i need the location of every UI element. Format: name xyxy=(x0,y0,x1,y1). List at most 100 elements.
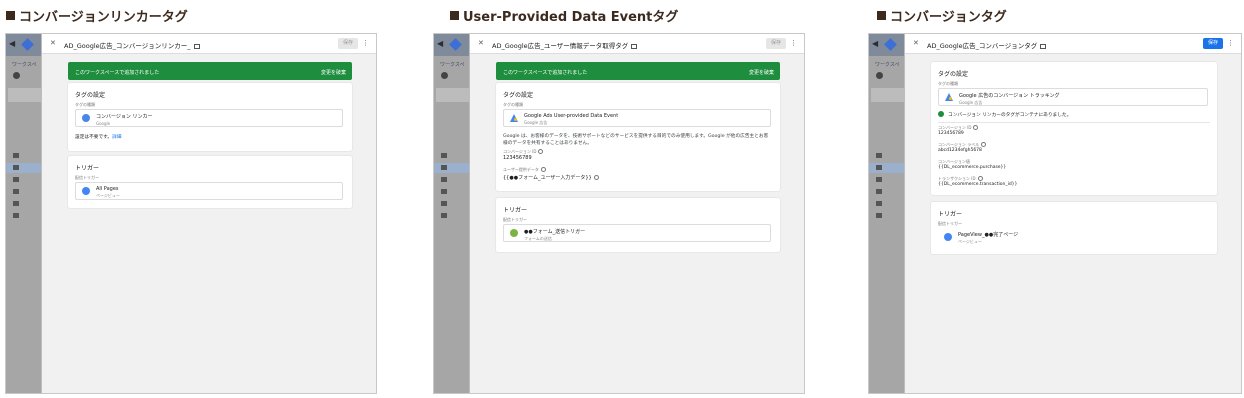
discard-changes-button[interactable]: 変更を破棄 xyxy=(321,69,346,76)
variable-icon xyxy=(876,189,882,194)
folder-icon xyxy=(13,153,19,158)
panel-conversion-linker: コンバージョンリンカータグ ◀ ワークスペ ✕ AD_Google広告_コンバー… xyxy=(0,0,380,398)
trigger-item[interactable]: All Pages ページビュー xyxy=(75,182,343,200)
help-icon[interactable] xyxy=(981,142,987,147)
tag-type-name: Google Ads User-provided Data Event Googl… xyxy=(524,113,618,126)
back-arrow-icon[interactable]: ◀ xyxy=(437,39,443,48)
conversion-id-label-text: コンバージョン ID xyxy=(503,149,537,154)
conversion-id-label-text: コンバージョン ID xyxy=(938,125,972,130)
panel-heading: コンバージョンタグ xyxy=(877,6,1007,25)
user-data-value: {{●●フォーム_ユーザー入力データ}} xyxy=(503,174,599,181)
screenshot-frame: ◀ ワークスペ ✕ AD_Google広告_コンバージョンタグ 保存 ⋮ タグの… xyxy=(868,33,1242,394)
note-text: 設定は不要です。 xyxy=(75,135,113,140)
conversion-linker-icon xyxy=(82,114,90,122)
tag-type-name-text: コンバージョン リンカー xyxy=(96,114,153,120)
save-button[interactable]: 保存 xyxy=(1202,38,1223,49)
more-menu-icon[interactable]: ⋮ xyxy=(362,39,369,47)
trigger-name-text: All Pages xyxy=(96,186,119,192)
banner-message: このワークスペースで追加されました xyxy=(503,70,588,76)
close-icon[interactable]: ✕ xyxy=(50,39,56,47)
panel-heading-text: コンバージョンタグ xyxy=(890,9,1007,25)
folder-icon[interactable] xyxy=(1040,44,1047,49)
gtm-logo-icon xyxy=(449,38,462,51)
gtm-sidebar: ワークスペ xyxy=(869,56,909,393)
template-icon xyxy=(13,213,19,218)
section-title: トリガー xyxy=(75,165,100,172)
dialog-title-text[interactable]: AD_Google広告_ユーザー情報データ取得タグ xyxy=(492,42,628,50)
sidebar-item-tags-selected[interactable] xyxy=(6,163,46,173)
panel-heading-text: コンバージョンリンカータグ xyxy=(19,9,188,25)
dialog-title[interactable]: AD_Google広告_ユーザー情報データ取得タグ xyxy=(492,40,638,50)
section-title: トリガー xyxy=(503,207,528,214)
tag-type-label: タグの種類 xyxy=(938,81,958,86)
tag-type-selector[interactable]: Google Ads User-provided Data Event Googl… xyxy=(503,109,771,127)
more-menu-icon[interactable]: ⋮ xyxy=(790,39,797,47)
conversion-id-value: 123456789 xyxy=(503,155,532,161)
trigger-item[interactable]: PageView_●●完了ページ ページビュー xyxy=(938,228,1208,246)
tag-type-vendor: Google xyxy=(96,121,111,126)
trigger-item[interactable]: ●●フォーム_送信トリガー フォームの送信 xyxy=(503,224,771,242)
tag-icon xyxy=(13,165,19,170)
no-setting-note: 設定は不要です。詳細 xyxy=(75,134,121,140)
transaction-id-value: {{DL_ecommerce.transaction_id}} xyxy=(938,182,1018,187)
conversion-label-value: abcd1234efgh5678 xyxy=(938,148,982,153)
trigger-type: ページビュー xyxy=(958,239,982,244)
tag-config-card: タグの設定 タグの種類 Google 広告のコンバージョン トラッキング Goog… xyxy=(931,62,1217,195)
help-icon[interactable] xyxy=(540,167,546,172)
info-icon[interactable] xyxy=(593,175,599,180)
more-menu-icon[interactable]: ⋮ xyxy=(1227,39,1234,47)
gtm-logo-icon xyxy=(884,38,897,51)
trigger-name: PageView_●●完了ページ ページビュー xyxy=(958,231,1018,245)
tag-dialog: ✕ AD_Google広告_コンバージョンリンカー_ 保存 ⋮ このワークスペー… xyxy=(41,34,376,393)
panel-conversion-tag: コンバージョンタグ ◀ ワークスペ ✕ AD_Google広告_コンバージョンタ… xyxy=(863,0,1244,398)
tag-type-vendor: Google 広告 xyxy=(959,100,983,105)
tag-type-selector[interactable]: Google 広告のコンバージョン トラッキング Google 広告 xyxy=(938,88,1208,106)
save-button[interactable]: 保存 xyxy=(765,38,786,49)
user-data-value-text: {{●●フォーム_ユーザー入力データ}} xyxy=(503,175,592,181)
section-title: タグの設定 xyxy=(503,92,534,99)
close-icon[interactable]: ✕ xyxy=(913,39,919,47)
form-submit-icon xyxy=(510,229,518,237)
tag-type-selector[interactable]: コンバージョン リンカー Google xyxy=(75,109,343,127)
back-arrow-icon[interactable]: ◀ xyxy=(9,39,15,48)
variable-icon xyxy=(13,189,19,194)
bullet-square-icon xyxy=(877,10,886,20)
details-link[interactable]: 詳細 xyxy=(112,135,121,140)
trigger-label: 配信トリガー xyxy=(503,217,527,222)
dialog-title[interactable]: AD_Google広告_コンバージョンタグ xyxy=(927,40,1047,50)
folder-icon xyxy=(441,153,447,158)
dialog-title[interactable]: AD_Google広告_コンバージョンリンカー_ xyxy=(64,40,200,50)
save-button[interactable]: 保存 xyxy=(337,38,358,49)
tag-type-name-text: Google 広告のコンバージョン トラッキング xyxy=(959,93,1060,99)
help-icon[interactable] xyxy=(977,176,983,181)
tag-dialog: ✕ AD_Google広告_コンバージョンタグ 保存 ⋮ タグの設定 タグの種類… xyxy=(904,34,1241,393)
discard-changes-button[interactable]: 変更を破棄 xyxy=(749,69,774,76)
back-arrow-icon[interactable]: ◀ xyxy=(872,39,878,48)
help-icon[interactable] xyxy=(538,149,544,154)
gtm-sidebar: ワークスペ xyxy=(434,56,474,393)
info-icon xyxy=(876,72,883,79)
folder-icon[interactable] xyxy=(631,44,638,49)
conversion-value-value: {{DL_ecommerce.purchase}} xyxy=(938,165,1007,170)
user-data-label-text: ユーザー提供データ xyxy=(503,167,539,172)
section-title: タグの設定 xyxy=(938,71,969,78)
user-data-label: ユーザー提供データ xyxy=(503,167,546,173)
conversion-label-label-text: コンバージョン ラベル xyxy=(938,142,980,147)
trigger-type: フォームの送信 xyxy=(524,236,552,241)
tag-type-name: Google 広告のコンバージョン トラッキング Google 広告 xyxy=(959,92,1060,106)
gtm-sidebar: ワークスペ xyxy=(6,56,46,393)
sidebar-item-tags-selected[interactable] xyxy=(434,163,474,173)
dialog-header: ✕ AD_Google広告_コンバージョンタグ 保存 ⋮ xyxy=(905,34,1241,54)
close-icon[interactable]: ✕ xyxy=(478,39,484,47)
sidebar-item-tags-selected[interactable] xyxy=(869,163,909,173)
tag-icon xyxy=(441,165,447,170)
folder-icon[interactable] xyxy=(193,44,200,49)
section-title: トリガー xyxy=(938,211,963,218)
trigger-icon xyxy=(876,177,882,182)
tag-type-vendor: Google 広告 xyxy=(524,120,548,125)
panel-heading: User-Provided Data Eventタグ xyxy=(450,6,678,25)
folder-icon xyxy=(13,201,19,206)
dialog-title-text[interactable]: AD_Google広告_コンバージョンタグ xyxy=(927,42,1037,50)
dialog-title-text[interactable]: AD_Google広告_コンバージョンリンカー_ xyxy=(64,42,191,50)
help-icon[interactable] xyxy=(973,125,979,130)
